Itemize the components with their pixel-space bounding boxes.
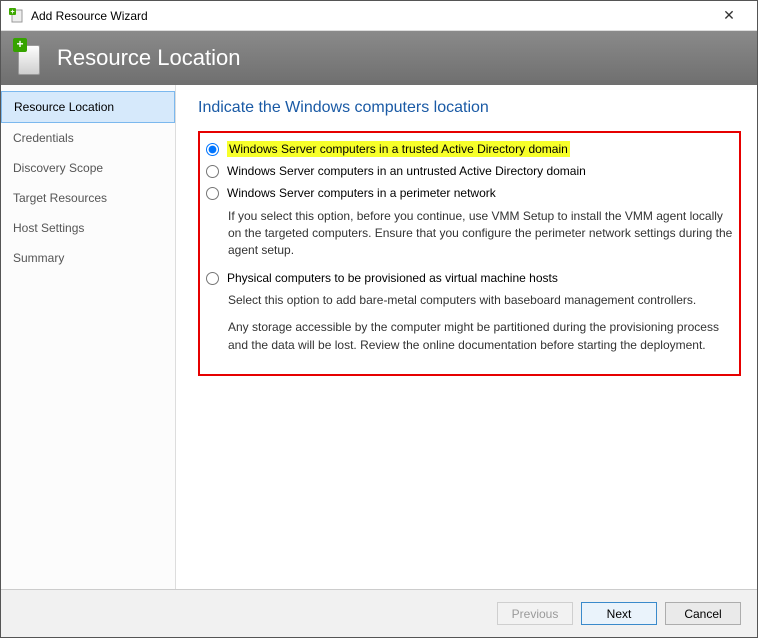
next-button[interactable]: Next: [581, 602, 657, 625]
radio-label-untrusted-domain: Windows Server computers in an untrusted…: [227, 163, 586, 179]
body: Resource Location Credentials Discovery …: [1, 85, 757, 589]
radio-label-perimeter-network: Windows Server computers in a perimeter …: [227, 185, 496, 201]
wizard-footer: Previous Next Cancel: [1, 589, 757, 637]
resource-icon: +: [15, 40, 45, 76]
cancel-button[interactable]: Cancel: [665, 602, 741, 625]
sidebar-item-credentials[interactable]: Credentials: [1, 123, 175, 153]
option-desc-physical-2: Any storage accessible by the computer m…: [228, 319, 733, 354]
option-perimeter-network: Windows Server computers in a perimeter …: [206, 185, 733, 259]
radio-physical-computers[interactable]: [206, 272, 219, 285]
content-panel: Indicate the Windows computers location …: [176, 85, 757, 589]
close-icon[interactable]: ✕: [709, 7, 749, 24]
option-desc-perimeter: If you select this option, before you co…: [228, 208, 733, 260]
options-highlight-box: Windows Server computers in a trusted Ac…: [198, 131, 741, 376]
titlebar: + Add Resource Wizard ✕: [1, 1, 757, 31]
option-desc-physical-1: Select this option to add bare-metal com…: [228, 292, 733, 309]
sidebar-item-summary[interactable]: Summary: [1, 243, 175, 273]
sidebar-item-target-resources[interactable]: Target Resources: [1, 183, 175, 213]
sidebar-item-resource-location[interactable]: Resource Location: [1, 91, 175, 123]
page-title: Resource Location: [57, 45, 240, 71]
wizard-steps-sidebar: Resource Location Credentials Discovery …: [1, 85, 176, 589]
radio-trusted-domain[interactable]: [206, 143, 219, 156]
window-title: Add Resource Wizard: [31, 9, 709, 23]
content-heading: Indicate the Windows computers location: [198, 99, 741, 117]
previous-button: Previous: [497, 602, 573, 625]
sidebar-item-host-settings[interactable]: Host Settings: [1, 213, 175, 243]
radio-untrusted-domain[interactable]: [206, 165, 219, 178]
svg-text:+: +: [10, 8, 14, 15]
header-band: + Resource Location: [1, 31, 757, 85]
radio-label-trusted-domain: Windows Server computers in a trusted Ac…: [227, 141, 570, 157]
option-untrusted-domain: Windows Server computers in an untrusted…: [206, 163, 733, 179]
sidebar-item-discovery-scope[interactable]: Discovery Scope: [1, 153, 175, 183]
radio-perimeter-network[interactable]: [206, 187, 219, 200]
option-physical-computers: Physical computers to be provisioned as …: [206, 270, 733, 354]
radio-label-physical-computers: Physical computers to be provisioned as …: [227, 270, 558, 286]
option-trusted-domain: Windows Server computers in a trusted Ac…: [206, 141, 733, 157]
app-icon: +: [9, 8, 25, 24]
